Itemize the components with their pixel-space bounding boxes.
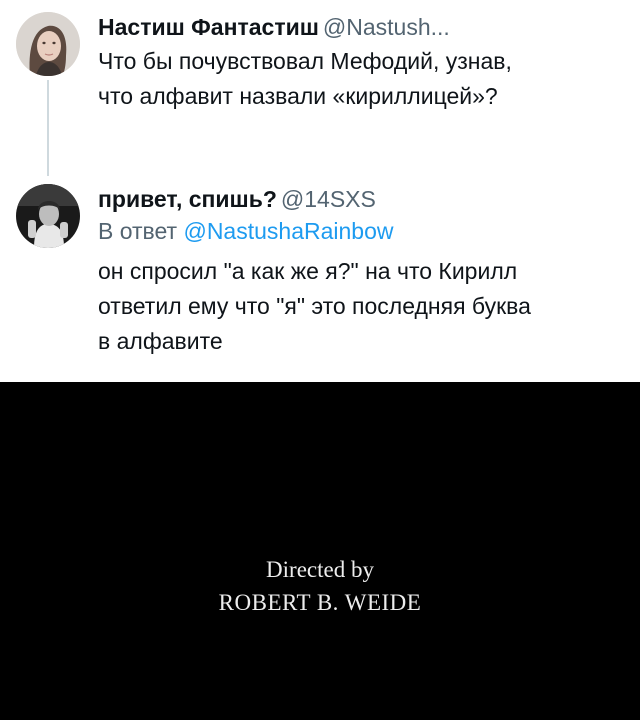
author-handle[interactable]: @Nastush... — [323, 14, 450, 40]
tweet-header: Настиш Фантастиш @Nastush... — [98, 12, 628, 42]
tweet-text-line: ответил ему что "я" это последняя буква — [98, 293, 531, 319]
reply-prefix: В ответ — [98, 218, 178, 244]
reply-to-line: В ответ @NastushaRainbow — [98, 216, 628, 246]
author-handle[interactable]: @14SXS — [281, 186, 376, 212]
author-name[interactable]: Настиш Фантастиш — [98, 14, 319, 40]
tweet-header: привет, спишь? @14SXS — [98, 184, 628, 214]
credits-panel: Directed by ROBERT B. WEIDE — [0, 382, 640, 720]
tweet-text: он спросил "а как же я?" на что Кирилл о… — [98, 254, 628, 359]
avatar-photo-icon — [16, 184, 80, 248]
avatar-photo-icon — [16, 12, 80, 76]
avatar[interactable] — [16, 184, 80, 248]
tweet-content: привет, спишь? @14SXS В ответ @NastushaRa… — [98, 184, 628, 359]
tweet-reply[interactable]: привет, спишь? @14SXS В ответ @NastushaRa… — [0, 178, 640, 382]
tweet-text-line: что алфавит назвали «кириллицей»? — [98, 83, 498, 109]
credits-director-name: ROBERT B. WEIDE — [218, 590, 422, 615]
tweet-text-line: он спросил "а как же я?" на что Кирилл — [98, 258, 518, 284]
tweet-text: Что бы почувствовал Мефодий, узнав, что … — [98, 44, 628, 114]
tweet-original[interactable]: Настиш Фантастиш @Nastush... Что бы почув… — [0, 0, 640, 178]
tweet-text-line: Что бы почувствовал Мефодий, узнав, — [98, 48, 512, 74]
author-name[interactable]: привет, спишь? — [98, 186, 277, 212]
tweet-content: Настиш Фантастиш @Nastush... Что бы почув… — [98, 12, 628, 114]
tweet-text-line: в алфавите — [98, 328, 223, 354]
thread-line — [47, 80, 49, 176]
avatar[interactable] — [16, 12, 80, 76]
credits-directed-by: Directed by — [266, 557, 374, 582]
reply-handle-link[interactable]: @NastushaRainbow — [183, 218, 393, 244]
